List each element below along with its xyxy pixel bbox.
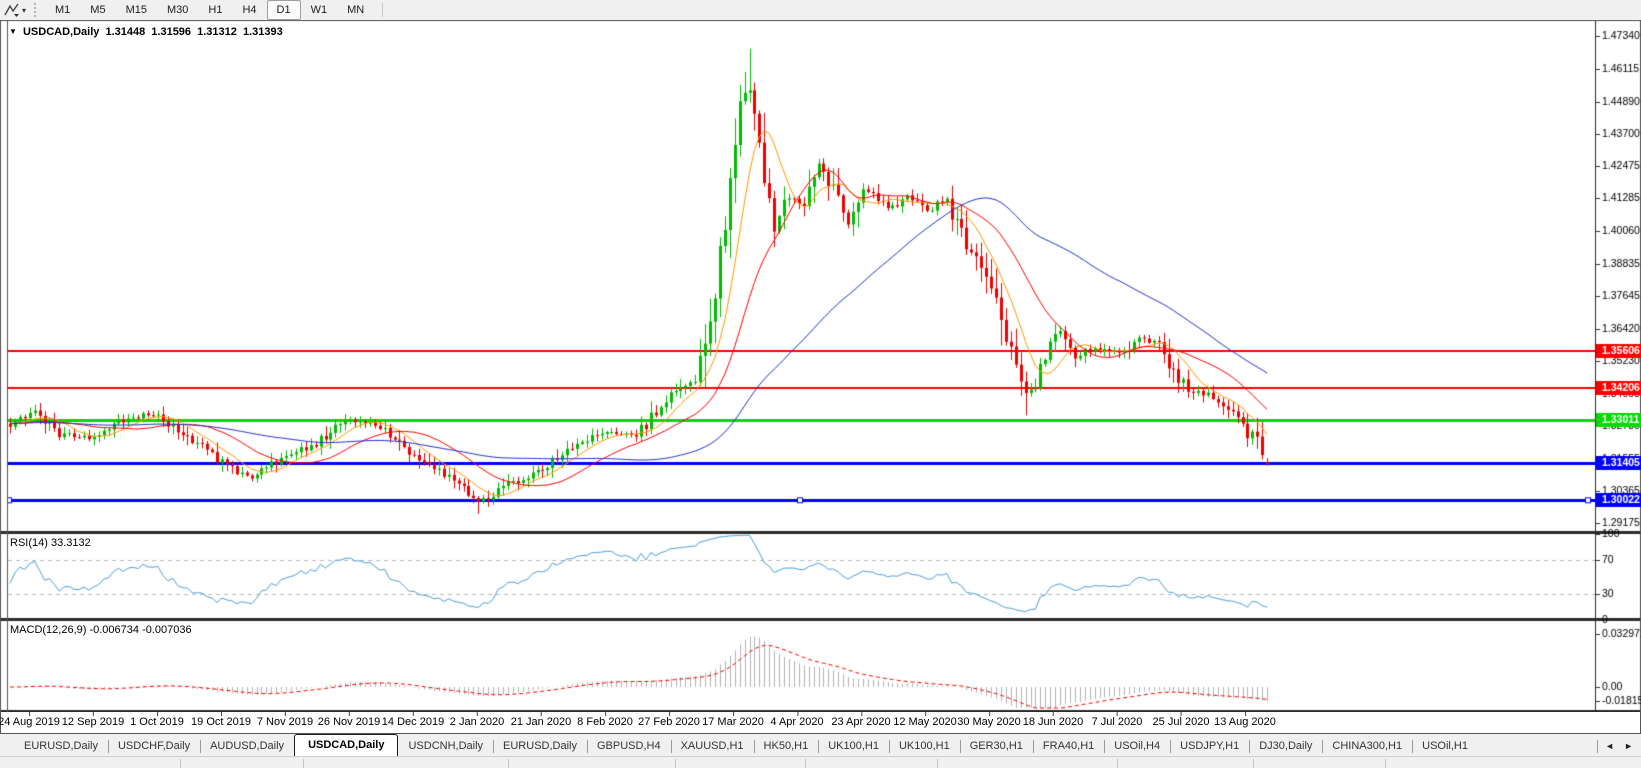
tab-AUDUSD-Daily[interactable]: AUDUSD,Daily <box>200 737 294 756</box>
status-bar-divider <box>937 759 938 768</box>
date-label: 7 Jul 2020 <box>1092 716 1143 728</box>
price-chart-canvas[interactable] <box>0 20 1641 712</box>
date-label: 8 Feb 2020 <box>577 716 633 728</box>
time-axis: 24 Aug 201912 Sep 2019 1 Oct 2019 19 Oct 2… <box>0 712 1641 734</box>
date-label: 19 Oct 2019 <box>191 716 251 728</box>
tab-USOil-H1[interactable]: USOil,H1 <box>1412 737 1478 756</box>
tab-CHINA300-H1[interactable]: CHINA300,H1 <box>1322 737 1412 756</box>
date-label: 24 Aug 2019 <box>0 716 60 728</box>
date-label: 2 Jan 2020 <box>450 716 504 728</box>
status-bar-divider <box>1385 759 1386 768</box>
chevron-down-icon[interactable]: ▾ <box>22 6 26 15</box>
tab-EURUSD-Daily[interactable]: EURUSD,Daily <box>14 737 108 756</box>
timeframe-button-M30[interactable]: M30 <box>157 0 198 20</box>
status-bar-divider <box>675 759 676 768</box>
status-bar-divider <box>805 759 806 768</box>
status-bar-divider <box>180 759 181 768</box>
chart-cursor-tool-icon[interactable] <box>3 2 21 18</box>
date-label: 12 May 2020 <box>893 716 957 728</box>
date-label: 1 Oct 2019 <box>130 716 184 728</box>
timeframe-button-D1[interactable]: D1 <box>267 0 301 20</box>
ohlc-open: 1.31448 <box>105 26 145 38</box>
date-label: 25 Jul 2020 <box>1153 716 1210 728</box>
ohlc-close: 1.31393 <box>243 26 283 38</box>
tabs-scroll-right-icon[interactable]: ► <box>1619 741 1638 751</box>
status-bar-divider <box>303 759 304 768</box>
toolbar-separator <box>382 3 383 17</box>
date-label: 18 Jun 2020 <box>1023 716 1084 728</box>
tabs-scroll-controls: ◄ ► <box>1597 737 1638 755</box>
status-bar-divider <box>1253 759 1254 768</box>
timeframe-button-W1[interactable]: W1 <box>301 0 338 20</box>
date-label: 12 Sep 2019 <box>62 716 124 728</box>
chart-title: ▼ USDCAD,Daily 1.31448 1.31596 1.31312 1… <box>9 26 286 38</box>
tab-USDCAD-Daily[interactable]: USDCAD,Daily <box>294 734 398 756</box>
tabs-separator <box>1597 740 1598 753</box>
ohlc-low: 1.31312 <box>197 26 237 38</box>
tabs-scroll-left-icon[interactable]: ◄ <box>1600 741 1619 751</box>
date-label: 27 Feb 2020 <box>638 716 700 728</box>
rsi-indicator-label: RSI(14) 33.3132 <box>10 537 91 549</box>
tab-USDCNH-Daily[interactable]: USDCNH,Daily <box>398 737 493 756</box>
tab-HK50-H1[interactable]: HK50,H1 <box>754 737 819 756</box>
date-label: 26 Nov 2019 <box>318 716 380 728</box>
macd-indicator-label: MACD(12,26,9) -0.006734 -0.007036 <box>10 624 192 636</box>
date-label: 4 Apr 2020 <box>770 716 823 728</box>
timeframe-buttons: M1M5M15M30H1H4D1W1MN <box>45 0 374 20</box>
status-bar-divider <box>1117 759 1118 768</box>
timeframe-button-H1[interactable]: H1 <box>198 0 232 20</box>
status-bar-divider <box>508 759 509 768</box>
date-label: 30 May 2020 <box>957 716 1021 728</box>
tab-USDCHF-Daily[interactable]: USDCHF,Daily <box>108 737 200 756</box>
date-label: 17 Mar 2020 <box>702 716 764 728</box>
toolbar-grip-handle[interactable] <box>34 3 39 17</box>
tab-USDJPY-H1[interactable]: USDJPY,H1 <box>1170 737 1249 756</box>
chart-window: ▼ USDCAD,Daily 1.31448 1.31596 1.31312 1… <box>0 20 1641 734</box>
date-label: 7 Nov 2019 <box>257 716 313 728</box>
chart-tabs-bar: EURUSD,DailyUSDCHF,DailyAUDUSD,DailyUSDC… <box>0 734 1595 756</box>
timeframe-button-M1[interactable]: M1 <box>45 0 80 20</box>
tab-EURUSD-Daily[interactable]: EURUSD,Daily <box>493 737 587 756</box>
tab-GBPUSD-H4[interactable]: GBPUSD,H4 <box>587 737 671 756</box>
status-bar <box>0 756 1641 768</box>
tab-FRA40-H1[interactable]: FRA40,H1 <box>1033 737 1104 756</box>
terminal-window: ▾ M1M5M15M30H1H4D1W1MN ▼ USDCAD,Daily 1.… <box>0 0 1641 768</box>
ohlc-high: 1.31596 <box>151 26 191 38</box>
tab-UK100-H1[interactable]: UK100,H1 <box>889 737 960 756</box>
timeframes-toolbar: ▾ M1M5M15M30H1H4D1W1MN <box>0 0 1641 21</box>
tab-XAUUSD-H1[interactable]: XAUUSD,H1 <box>671 737 754 756</box>
tab-GER30-H1[interactable]: GER30,H1 <box>960 737 1033 756</box>
chart-symbol-label: USDCAD,Daily <box>23 26 99 38</box>
tab-UK100-H1[interactable]: UK100,H1 <box>818 737 889 756</box>
date-label: 23 Apr 2020 <box>831 716 890 728</box>
tab-DJ30-Daily[interactable]: DJ30,Daily <box>1249 737 1322 756</box>
date-label: 14 Dec 2019 <box>382 716 444 728</box>
timeframe-button-H4[interactable]: H4 <box>232 0 266 20</box>
tab-USOil-H4[interactable]: USOil,H4 <box>1104 737 1170 756</box>
date-label: 21 Jan 2020 <box>511 716 572 728</box>
timeframe-button-M15[interactable]: M15 <box>116 0 157 20</box>
timeframe-button-M5[interactable]: M5 <box>80 0 115 20</box>
date-label: 13 Aug 2020 <box>1214 716 1276 728</box>
timeframe-button-MN[interactable]: MN <box>337 0 374 20</box>
chart-dropdown-icon[interactable]: ▼ <box>9 27 17 36</box>
